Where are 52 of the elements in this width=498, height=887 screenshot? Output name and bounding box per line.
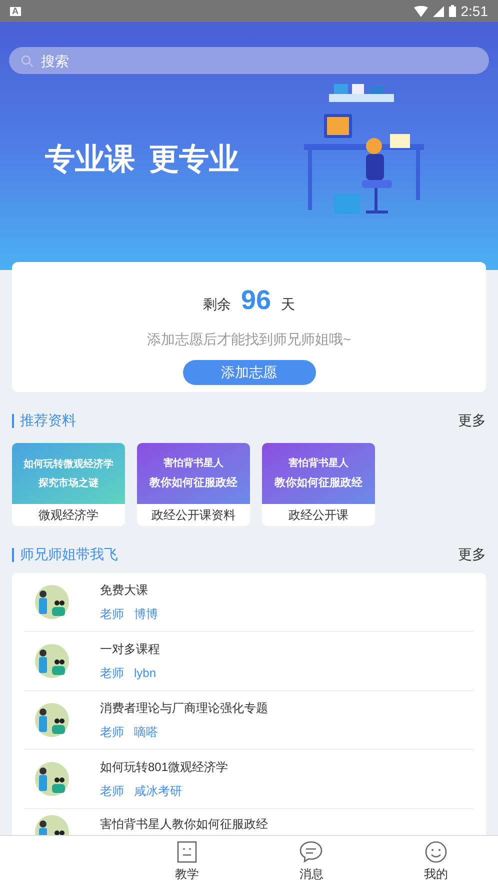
tab-item[interactable]: 消息 <box>249 836 374 887</box>
chat-icon <box>299 840 324 862</box>
resource-label: 政经公开课 <box>288 507 350 524</box>
teacher-name: 嘀嗒 <box>134 724 158 741</box>
avatar-icon <box>35 703 69 737</box>
smile-icon <box>424 840 447 862</box>
course-title: 免费大课 <box>100 582 149 599</box>
resource-card[interactable]: 害怕背书星人 教你如何征服政经 政经公开课 <box>262 443 375 526</box>
more-link[interactable]: 更多 <box>458 544 486 565</box>
slogan-text: 专业课 <box>45 142 135 178</box>
teacher-name: 博博 <box>134 606 158 623</box>
avatar-icon <box>35 585 69 619</box>
resource-card[interactable]: 如何玩转微观经济学 探究市场之谜 微观经济学 <box>12 443 125 526</box>
cover-text: 如何玩转微观经济学 <box>24 457 114 472</box>
teacher-role: 老师 <box>100 783 124 800</box>
notification-icon: A <box>10 6 20 16</box>
course-title: 消费者理论与厂商理论强化专题 <box>100 700 268 717</box>
course-title: 害怕背书星人教你如何征服政经 <box>100 816 268 833</box>
cover-text: 害怕背书星人 <box>164 456 224 471</box>
teacher-name: 咸冰考研 <box>134 783 182 800</box>
teacher-role: 老师 <box>100 606 124 623</box>
avatar-icon <box>35 762 69 796</box>
cover-text: 教你如何征服政经 <box>150 476 238 491</box>
course-title: 一对多课程 <box>100 641 160 658</box>
wifi-icon <box>414 6 428 16</box>
section-title: 推荐资料 <box>20 411 76 430</box>
tab-item[interactable]: 教学 <box>124 836 249 887</box>
teacher-role: 老师 <box>100 665 124 682</box>
days-count: 96 <box>240 284 272 317</box>
hint-text: 添加志愿后才能找到师兄师姐哦~ <box>146 330 352 348</box>
search-icon <box>21 55 33 67</box>
resource-card[interactable]: 害怕背书星人 教你如何征服政经 政经公开课资料 <box>137 443 250 526</box>
resource-label: 微观经济学 <box>38 507 100 524</box>
search-field[interactable]: 搜索 <box>9 47 489 74</box>
days-unit: 天 <box>281 295 296 314</box>
course-title: 如何玩转801微观经济学 <box>100 759 228 776</box>
clock-time: 2:51 <box>460 2 488 20</box>
tab-item[interactable]: 我的 <box>374 836 498 887</box>
document-icon <box>176 840 197 862</box>
cover-text: 教你如何征服政经 <box>274 476 362 491</box>
slogan-text: 更专业 <box>149 142 239 178</box>
avatar-icon <box>35 644 69 678</box>
signal-icon <box>432 6 444 16</box>
remaining-label: 剩余 <box>202 295 231 314</box>
teacher-role: 老师 <box>100 724 124 741</box>
cover-text: 探究市场之谜 <box>38 476 98 490</box>
more-link[interactable]: 更多 <box>458 410 486 431</box>
section-title: 师兄师姐带我飞 <box>20 545 118 564</box>
resource-label: 政经公开课资料 <box>150 507 236 524</box>
cover-text: 害怕背书星人 <box>288 456 348 471</box>
battery-icon <box>448 5 456 17</box>
teacher-name: lybn <box>134 665 156 682</box>
